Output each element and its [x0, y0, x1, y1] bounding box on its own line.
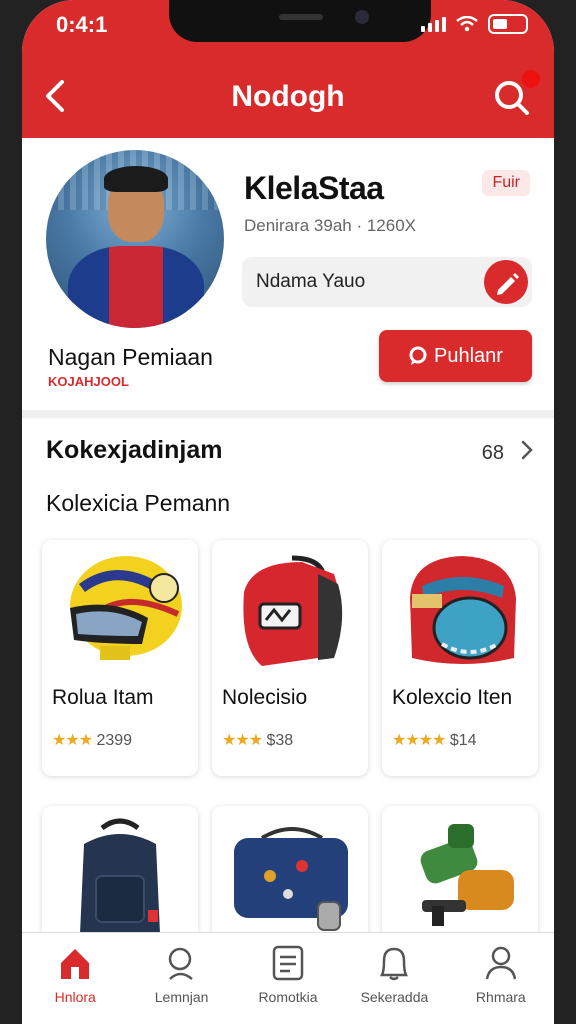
phone-frame: 0:4:1 Nodogh KlelaStaa Fuir Denirara 39a…	[0, 0, 576, 1024]
search-icon	[168, 947, 193, 980]
nav-item-notifications[interactable]: Sekeradda	[341, 933, 447, 1024]
list-icon	[272, 945, 304, 981]
item-card[interactable]: Rolua Itam ★★★ 2399	[42, 540, 198, 776]
nav-item-list[interactable]: Romotkia	[235, 933, 341, 1024]
bell-icon	[380, 947, 409, 981]
backpack-image	[80, 818, 160, 934]
rating-stars: ★★★	[52, 732, 93, 749]
chevron-right-icon	[521, 440, 533, 460]
item-price: 2399	[96, 732, 133, 749]
player-name: Nagan Pemiaan	[48, 344, 213, 370]
nav-label: Romotkia	[258, 989, 318, 1005]
profile-meta: Denirara 39ah · 1260X	[244, 216, 417, 235]
rating-stars: ★★★	[222, 732, 263, 749]
gear-image	[420, 824, 514, 926]
section-title: Kokexjadinjam	[46, 436, 223, 464]
item-price: $14	[449, 732, 477, 749]
item-card[interactable]: Nolecisio ★★★ $38	[212, 540, 368, 776]
device-notch	[169, 0, 431, 42]
nickname-value: Ndama Yauo	[256, 271, 366, 292]
nav-item-profile[interactable]: Rhmara	[448, 933, 554, 1024]
nav-item-home[interactable]: Hnlora	[22, 933, 128, 1024]
item-rating: ★★★ $38	[222, 730, 293, 750]
home-icon	[61, 949, 90, 979]
item-price: $38	[266, 732, 294, 749]
player-subtitle: KOJAHJOOL	[48, 374, 129, 389]
profile-tag-badge[interactable]: Fuir	[482, 170, 530, 196]
item-title: Rolua Itam	[52, 686, 154, 709]
profile-name: KlelaStaa	[244, 170, 384, 206]
item-rating: ★★★★ $14	[392, 730, 477, 750]
nav-item-search[interactable]: Lemnjan	[128, 933, 234, 1024]
notification-badge	[520, 68, 542, 90]
pencil-icon	[497, 273, 519, 295]
wifi-icon	[456, 16, 478, 32]
see-all-button[interactable]	[520, 438, 534, 468]
status-time: 0:4:1	[56, 12, 108, 37]
battery-icon	[488, 14, 528, 34]
section-count: 68	[481, 442, 504, 464]
app-screen: 0:4:1 Nodogh KlelaStaa Fuir Denirara 39a…	[22, 0, 554, 1024]
nav-label: Sekeradda	[360, 989, 429, 1005]
item-card[interactable]: Kolexcio Iten ★★★★ $14	[382, 540, 538, 776]
nav-label: Hnlora	[54, 989, 96, 1005]
nickname-field[interactable]: Ndama Yauo	[242, 257, 532, 307]
nav-label: Rhmara	[475, 989, 526, 1005]
signal-icon	[421, 16, 446, 32]
avatar	[46, 150, 224, 328]
item-title: Nolecisio	[222, 686, 308, 709]
publish-label: Puhlanr	[434, 344, 503, 367]
item-rating: ★★★ 2399	[52, 730, 132, 750]
edit-button[interactable]	[484, 260, 528, 304]
collection-subtitle: Kolexicia Pemann	[46, 490, 231, 516]
nav-label: Lemnjan	[154, 989, 209, 1005]
duffel-image	[234, 827, 348, 931]
profile-icon	[485, 946, 517, 980]
chat-bubble-icon	[409, 346, 427, 365]
rating-stars: ★★★★	[392, 732, 446, 749]
bag-image	[243, 555, 343, 666]
section-divider	[22, 410, 554, 418]
helmet-image	[70, 556, 182, 660]
bottom-nav: Hnlora Lemnjan Romotkia Sekeradda Rhmara	[22, 932, 554, 1024]
item-title: Kolexcio Iten	[392, 686, 513, 709]
status-icons	[421, 14, 528, 34]
page-title: Nodogh	[231, 80, 345, 113]
publish-button[interactable]: Puhlanr	[379, 330, 532, 382]
gauntlet-image	[410, 556, 516, 664]
